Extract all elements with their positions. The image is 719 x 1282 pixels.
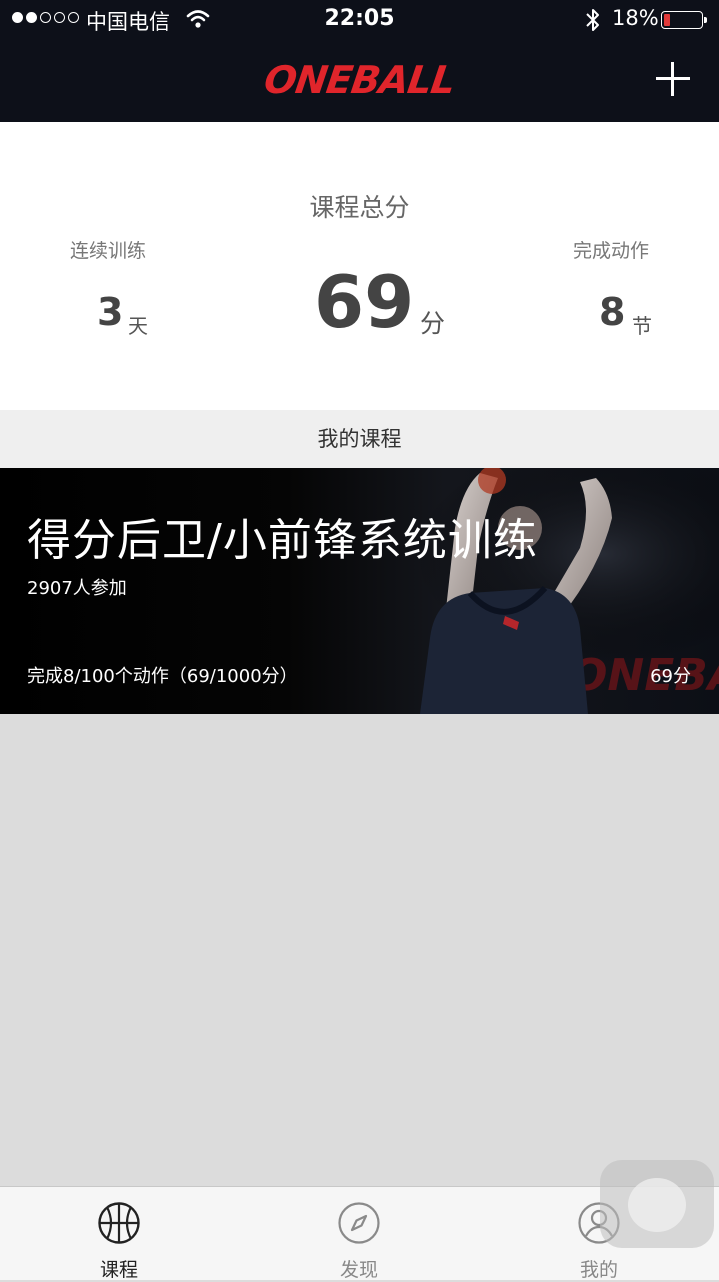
score-title: 课程总分 — [309, 193, 410, 222]
streak-label: 连续训练 — [70, 240, 147, 262]
battery-icon — [661, 11, 707, 29]
tab-courses-label: 课程 — [99, 1259, 138, 1281]
bluetooth-icon — [586, 9, 599, 31]
completed-value: 8 — [599, 290, 626, 334]
tab-me-label: 我的 — [579, 1259, 618, 1281]
streak-unit: 天 — [128, 314, 148, 338]
course-card[interactable]: ONEBAL 得分后卫/小前锋系统训练 2907人参加 完成8/100个动作（6… — [0, 468, 719, 714]
total-score: 69 — [314, 260, 415, 344]
battery-percent: 18% — [612, 6, 659, 30]
completed-label: 完成动作 — [573, 240, 650, 262]
my-courses-header: 我的课程 — [0, 410, 719, 468]
course-title: 得分后卫/小前锋系统训练 — [27, 515, 538, 566]
add-button[interactable] — [652, 58, 694, 100]
course-progress: 完成8/100个动作（69/1000分） — [27, 666, 298, 687]
compass-icon — [338, 1202, 380, 1244]
streak-value: 3 — [97, 290, 124, 334]
completed-unit: 节 — [632, 314, 652, 338]
tab-discover[interactable]: 发现 — [299, 1187, 419, 1281]
course-score: 69分 — [650, 666, 691, 687]
assistive-touch-button[interactable] — [600, 1160, 714, 1248]
battery-level — [664, 14, 670, 26]
svg-text:ONEBAL: ONEBAL — [570, 650, 719, 701]
tab-courses[interactable]: 课程 — [59, 1187, 179, 1281]
status-bar: 中国电信 22:05 18% — [0, 0, 719, 40]
total-score-unit: 分 — [420, 309, 446, 338]
top-bar: 中国电信 22:05 18% ONEBALL — [0, 0, 719, 122]
course-participants: 2907人参加 — [27, 578, 127, 599]
score-summary-panel: 课程总分 连续训练 3 天 69 分 完成动作 8 节 — [0, 122, 719, 410]
oneball-logo: ONEBALL — [261, 58, 458, 102]
tab-discover-label: 发现 — [339, 1259, 378, 1281]
basketball-icon — [98, 1202, 140, 1244]
